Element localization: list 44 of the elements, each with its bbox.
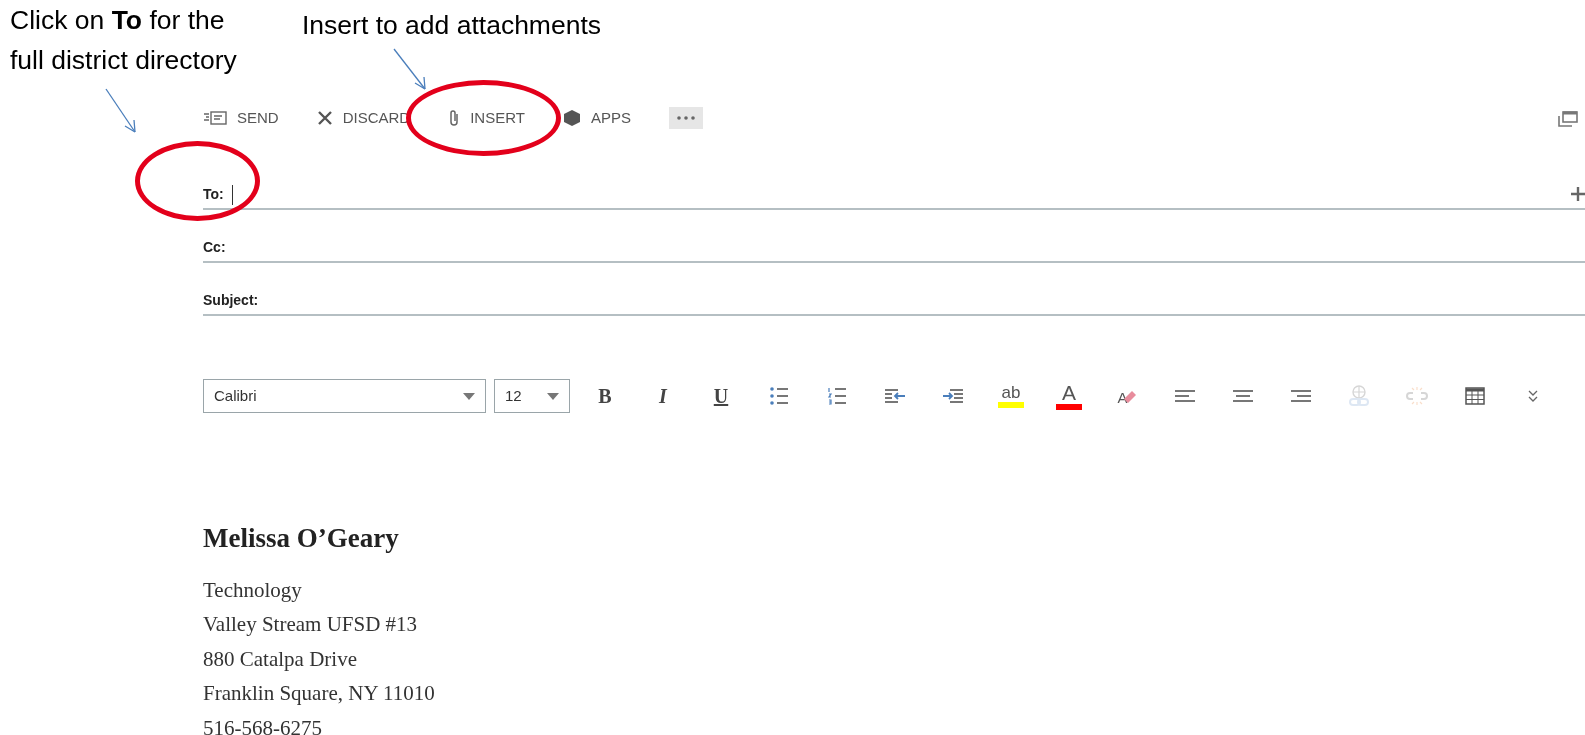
close-icon	[316, 110, 333, 126]
highlight-button[interactable]: ab	[982, 379, 1040, 413]
align-center-icon	[1233, 390, 1253, 402]
table-icon	[1465, 387, 1485, 405]
signature-line: Technology	[203, 576, 303, 604]
annotation-text: Click on To for the full district directory	[10, 4, 237, 77]
bulleted-list-icon	[769, 387, 789, 405]
pointer-arrow	[105, 88, 137, 133]
field-label: Subject:	[203, 291, 259, 310]
underline-button[interactable]: U	[692, 379, 750, 413]
decrease-indent-icon	[884, 389, 906, 403]
field-label: To:	[203, 185, 224, 204]
paperclip-icon	[448, 109, 461, 127]
font-dropdown[interactable]: Calibri	[203, 379, 486, 413]
insert-button[interactable]: INSERT	[448, 106, 525, 130]
font-size-dropdown[interactable]: 12	[494, 379, 570, 413]
signature-line: 516-568-6275	[203, 714, 323, 735]
caret-icon	[547, 393, 559, 401]
expand-icon	[1528, 390, 1538, 402]
fontcolor-button[interactable]: A	[1040, 379, 1098, 413]
apps-button[interactable]: APPS	[562, 106, 631, 130]
signature-line: Valley Stream UFSD #13	[203, 611, 419, 638]
add-icon[interactable]	[1571, 186, 1585, 201]
bold-button[interactable]: B	[576, 379, 634, 413]
hexagon-icon	[562, 109, 581, 127]
more-icon	[676, 116, 695, 120]
restore-window-icon[interactable]	[1557, 109, 1579, 128]
pointer-arrow	[393, 48, 427, 90]
signature-line: Franklin Square, NY 11010	[203, 680, 436, 707]
signature-line: 880 Catalpa Drive	[203, 645, 358, 673]
increase-indent-icon	[942, 389, 964, 403]
numbered-list-icon	[827, 387, 847, 405]
align-right-icon	[1291, 390, 1311, 402]
send-button[interactable]: SEND	[203, 106, 279, 130]
link-icon	[1347, 385, 1371, 407]
more-button[interactable]	[668, 107, 703, 129]
annotation-text: Insert to add attachments	[302, 9, 602, 42]
broken-link-icon	[1405, 386, 1429, 406]
caret-icon	[463, 393, 475, 401]
field-label: Cc:	[203, 238, 226, 257]
align-left-icon	[1175, 390, 1195, 402]
italic-button[interactable]: I	[634, 379, 692, 413]
signature-name: Melissa O’Geary	[203, 522, 400, 555]
send-icon	[203, 111, 227, 125]
